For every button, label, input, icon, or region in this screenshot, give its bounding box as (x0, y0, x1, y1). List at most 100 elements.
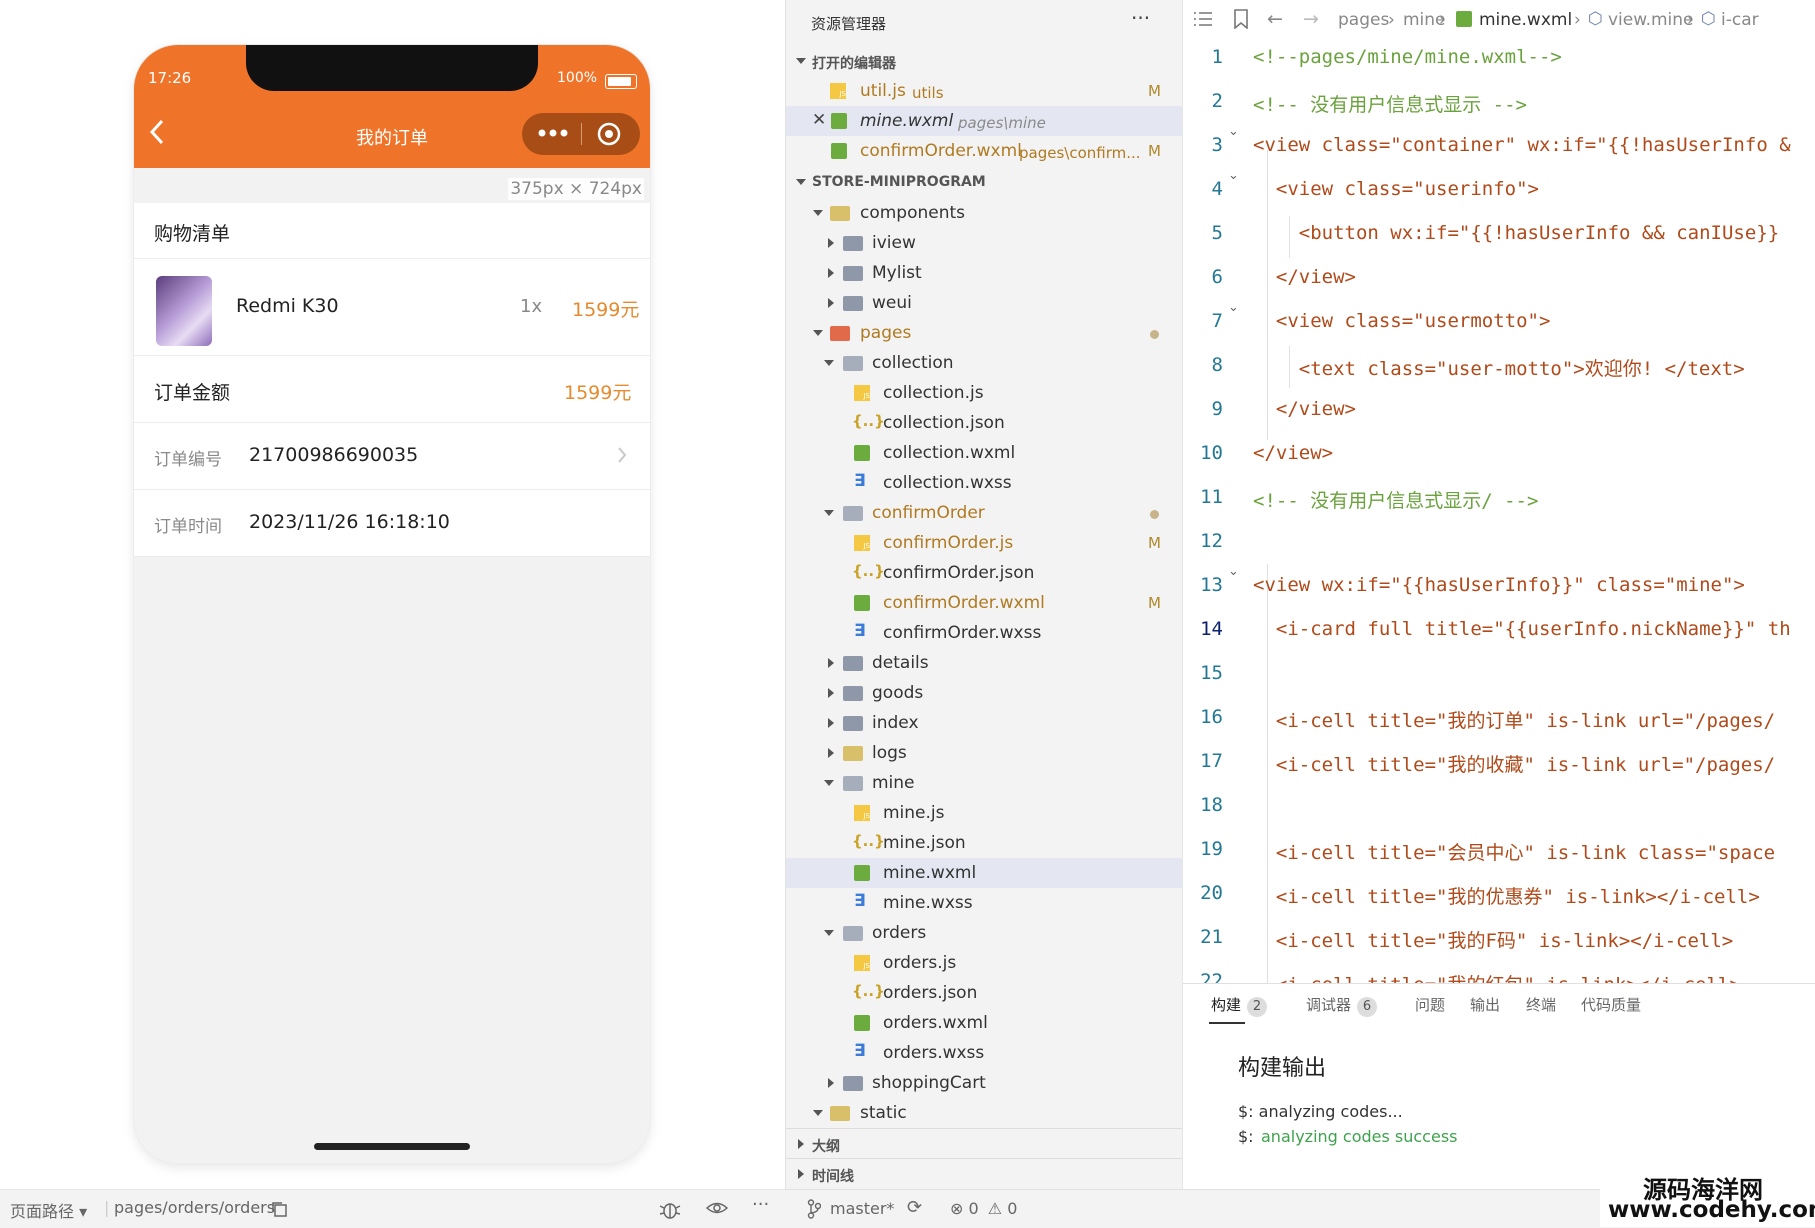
json-file-icon: {..} (852, 832, 885, 850)
preview-eye-icon[interactable] (705, 1199, 729, 1221)
tree-confirmorder-js[interactable]: JS confirmOrder.js M (786, 528, 1183, 558)
tree-orders-wxml[interactable]: orders.wxml (786, 1008, 1183, 1038)
fold-chevron-icon[interactable]: ⌄ (1228, 300, 1239, 315)
tree-mylist[interactable]: Mylist (786, 258, 1183, 288)
code-line: <!--pages/mine/mine.wxml--> (1253, 46, 1562, 68)
tree-mine-js[interactable]: JS mine.js (786, 798, 1183, 828)
more-icon[interactable] (536, 121, 570, 149)
tree-mine-wxss[interactable]: ∃ mine.wxss (786, 888, 1183, 918)
fold-chevron-icon[interactable]: ⌄ (1228, 564, 1239, 579)
tree-collection-json[interactable]: {..} collection.json (786, 408, 1183, 438)
order-number-row[interactable]: 订单编号 21700986690035 (134, 423, 650, 490)
tab-debugger[interactable]: 调试器 6 (1306, 994, 1378, 1017)
fold-chevron-icon[interactable]: ⌄ (1228, 168, 1239, 183)
error-count[interactable]: ⊗ 0 ⚠ 0 (950, 1199, 1017, 1218)
simulator-panel: 17:26 100% 我的订单 375px × 724px 购物清单 Redmi… (0, 0, 785, 1228)
line-number: 3 (1211, 134, 1223, 156)
folder-icon (843, 776, 863, 791)
bookmark-icon[interactable] (1233, 9, 1249, 34)
line-number: 19 (1200, 838, 1223, 860)
product-qty: 1x (520, 296, 543, 317)
status-time: 17:26 (148, 69, 192, 87)
tree-weui[interactable]: weui (786, 288, 1183, 318)
tree-orders-wxss[interactable]: ∃ orders.wxss (786, 1038, 1183, 1068)
tree-iview[interactable]: iview (786, 228, 1183, 258)
line-number: 7 (1211, 310, 1223, 332)
tab-terminal[interactable]: 终端 (1526, 994, 1556, 1015)
tree-collection-js[interactable]: JS collection.js (786, 378, 1183, 408)
folder-icon (843, 686, 863, 701)
outline-header[interactable]: 大纲 (786, 1128, 1183, 1159)
folder-icon (843, 266, 863, 281)
crumb-i-card[interactable]: i-car (1721, 10, 1759, 30)
wxss-file-icon: ∃ (854, 1041, 866, 1061)
tree-collection[interactable]: collection (786, 348, 1183, 378)
folder-icon (843, 656, 863, 671)
forward-nav-icon[interactable]: → (1303, 8, 1319, 30)
warning-icon: ⚠ (987, 1199, 1003, 1218)
folder-icon (843, 356, 863, 371)
phone-notch (246, 45, 538, 91)
code-line: <i-cell title="我的订单" is-link url="/pages… (1253, 710, 1776, 732)
back-nav-icon[interactable]: ← (1267, 8, 1283, 30)
tree-mine-json[interactable]: {..} mine.json (786, 828, 1183, 858)
explorer-more-icon[interactable]: ··· (1131, 6, 1150, 30)
crumb-pages[interactable]: pages (1338, 10, 1389, 30)
code-line: <i-cell title="我的F码" is-link></i-cell> (1253, 930, 1734, 952)
tab-build[interactable]: 构建 2 (1211, 994, 1268, 1017)
product-row[interactable]: Redmi K30 1x 1599元 (134, 259, 650, 356)
crumb-file[interactable]: mine.wxml (1479, 10, 1572, 30)
more-options-icon[interactable]: ··· (752, 1194, 769, 1215)
open-editor-confirmorder[interactable]: confirmOrder.wxml pages\confirm... M (786, 136, 1183, 166)
list-icon[interactable] (1193, 10, 1213, 33)
tree-logs[interactable]: logs (786, 738, 1183, 768)
line-number: 15 (1200, 662, 1223, 684)
tree-mine[interactable]: mine (786, 768, 1183, 798)
tree-components[interactable]: components (786, 198, 1183, 228)
sync-icon[interactable]: ⟳ (907, 1197, 922, 1218)
log-success: analyzing codes success (1261, 1127, 1458, 1146)
tab-problems[interactable]: 问题 (1415, 994, 1445, 1015)
tree-collection-wxss[interactable]: ∃ collection.wxss (786, 468, 1183, 498)
open-editors-header[interactable]: 打开的编辑器 (786, 47, 1183, 75)
chevron-right-icon (616, 445, 628, 469)
code-line: <i-card full title="{{userInfo.nickName}… (1253, 618, 1791, 640)
tree-orders[interactable]: orders (786, 918, 1183, 948)
wxml-file-icon (854, 595, 870, 611)
code-editor[interactable]: ← → pages › mine › mine.wxml › ⬡ view.mi… (1182, 0, 1815, 983)
tree-orders-json[interactable]: {..} orders.json (786, 978, 1183, 1008)
tab-code-quality[interactable]: 代码质量 (1581, 994, 1641, 1015)
order-amount: 1599元 (564, 382, 632, 404)
tree-confirmorder-wxss[interactable]: ∃ confirmOrder.wxss (786, 618, 1183, 648)
close-editor-icon[interactable]: ✕ (812, 110, 826, 130)
line-number: 16 (1200, 706, 1223, 728)
copy-icon[interactable] (270, 1200, 288, 1222)
line-number: 1 (1211, 46, 1223, 68)
tree-mine-wxml[interactable]: mine.wxml (786, 858, 1183, 888)
fold-chevron-icon[interactable]: ⌄ (1228, 124, 1239, 139)
tree-index[interactable]: index (786, 708, 1183, 738)
timeline-header[interactable]: 时间线 (786, 1158, 1183, 1189)
tree-orders-js[interactable]: JS orders.js (786, 948, 1183, 978)
project-header[interactable]: STORE-MINIPROGRAM (786, 168, 1183, 196)
tree-confirmorder[interactable]: confirmOrder (786, 498, 1183, 528)
tree-shoppingcart[interactable]: shoppingCart (786, 1068, 1183, 1098)
line-number: 4 (1211, 178, 1223, 200)
code-line: <button wx:if="{{!hasUserInfo && canIUse… (1253, 222, 1780, 244)
debug-bug-icon[interactable] (658, 1198, 682, 1224)
crumb-view-mine[interactable]: view.mine (1608, 10, 1694, 30)
open-editor-util[interactable]: JS util.js utils M (786, 76, 1183, 106)
tree-static[interactable]: static (786, 1098, 1183, 1126)
page-path-dropdown[interactable]: 页面路径 ▾ (10, 1198, 87, 1222)
tree-pages[interactable]: pages (786, 318, 1183, 348)
wxml-file-icon (854, 445, 870, 461)
tree-collection-wxml[interactable]: collection.wxml (786, 438, 1183, 468)
tree-goods[interactable]: goods (786, 678, 1183, 708)
tab-output[interactable]: 输出 (1470, 994, 1500, 1015)
open-editor-mine-wxml[interactable]: ✕ mine.wxml pages\mine (786, 106, 1183, 136)
tree-confirmorder-json[interactable]: {..} confirmOrder.json (786, 558, 1183, 588)
tree-details[interactable]: details (786, 648, 1183, 678)
branch-name[interactable]: master* (830, 1199, 894, 1218)
tree-confirmorder-wxml[interactable]: confirmOrder.wxml M (786, 588, 1183, 618)
close-target-icon[interactable] (597, 122, 621, 150)
